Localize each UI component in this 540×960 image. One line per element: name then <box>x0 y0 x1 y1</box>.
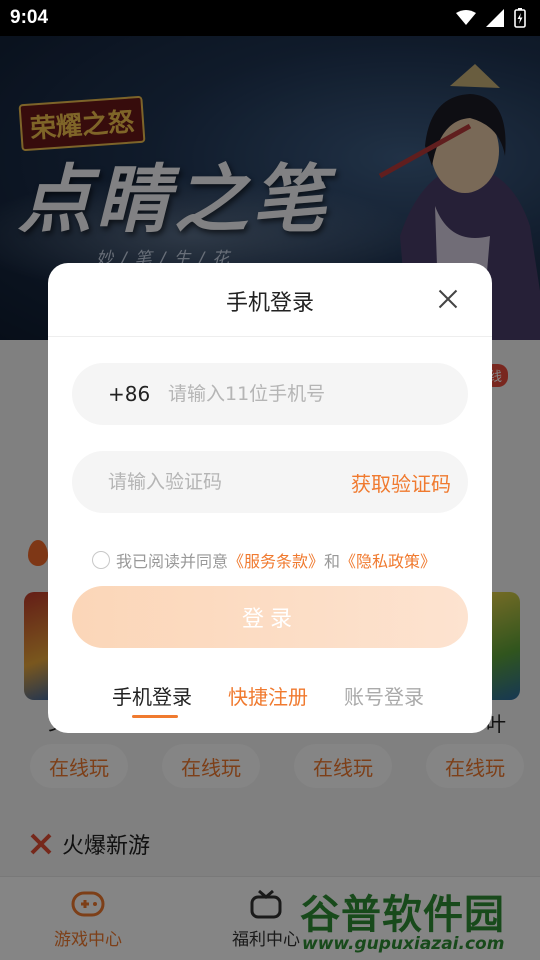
wifi-icon <box>456 10 476 25</box>
close-icon[interactable] <box>434 285 462 313</box>
dialog-title: 手机登录 <box>225 291 314 316</box>
tab-quick-register[interactable]: 快捷注册 <box>228 681 308 710</box>
tab-phone-login[interactable]: 手机登录 <box>112 681 192 710</box>
phone-field: +86 <box>72 363 468 425</box>
status-time: 9:04 <box>10 7 49 28</box>
agree-checkbox[interactable] <box>92 551 110 569</box>
phone-input[interactable] <box>168 383 468 405</box>
status-icons <box>456 8 526 28</box>
and-text: 和 <box>324 552 341 571</box>
status-bar: 9:04 <box>0 0 540 36</box>
country-code[interactable]: +86 <box>108 382 168 406</box>
verification-code-field: 获取验证码 <box>72 451 468 513</box>
tab-account-login[interactable]: 账号登录 <box>344 681 424 710</box>
signal-icon <box>486 9 504 27</box>
login-method-tabs: 手机登录 快捷注册 账号登录 <box>48 681 492 721</box>
verification-code-input[interactable] <box>108 471 351 493</box>
terms-link[interactable]: 《服务条款》 <box>228 548 324 572</box>
login-button[interactable]: 登录 <box>72 586 468 648</box>
agreement-row: 我已阅读并同意 《服务条款》 和 《隐私政策》 <box>92 548 436 572</box>
get-code-button[interactable]: 获取验证码 <box>351 468 451 497</box>
battery-charging-icon <box>514 8 526 28</box>
active-tab-indicator <box>132 715 178 718</box>
dialog-divider <box>48 336 492 337</box>
login-dialog: 手机登录 +86 获取验证码 我已阅读并同意 《服务条款》 和 《隐私政策》 登… <box>48 263 492 733</box>
privacy-link[interactable]: 《隐私政策》 <box>340 548 436 572</box>
agree-text: 我已阅读并同意 <box>116 552 229 571</box>
